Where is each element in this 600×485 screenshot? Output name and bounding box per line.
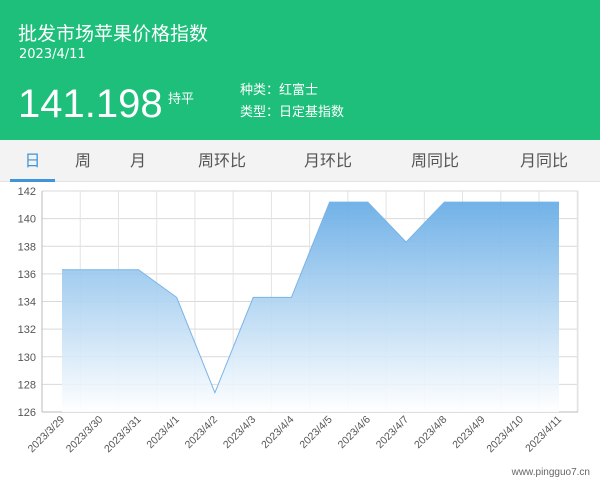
x-tick-label: 2023/4/10 xyxy=(484,414,526,456)
x-axis: 2023/3/292023/3/302023/3/31 2023/4/1 2023/… xyxy=(26,414,565,456)
y-tick-label: 140 xyxy=(18,214,36,226)
tab-month-year-over-year[interactable]: 月同比 xyxy=(514,140,574,182)
x-tick-label: 2023/4/8 xyxy=(412,414,449,451)
x-tick-label: 2023/4/2 xyxy=(183,414,220,451)
x-tick-label: 2023/3/31 xyxy=(102,414,144,456)
tab-week-year-over-year[interactable]: 周同比 xyxy=(405,140,465,182)
x-tick-label: 2023/4/3 xyxy=(221,414,258,451)
header-banner: 批发市场苹果价格指数 2023/4/11 141.198 持平 种类：红富士 类… xyxy=(0,0,600,140)
watermark: www.pingguo7.cn xyxy=(511,467,590,478)
x-tick-label: 2023/4/6 xyxy=(336,414,373,451)
x-tick-label: 2023/3/30 xyxy=(64,414,106,456)
index-value: 141.198 xyxy=(18,82,163,126)
y-tick-label: 128 xyxy=(18,379,36,391)
page-title: 批发市场苹果价格指数 xyxy=(18,23,209,45)
tab-day[interactable]: 日 xyxy=(10,140,55,182)
x-tick-label: 2023/3/29 xyxy=(26,414,68,456)
x-tick-label: 2023/4/1 xyxy=(144,414,181,451)
tab-week-over-week[interactable]: 周环比 xyxy=(192,140,252,182)
y-tick-label: 134 xyxy=(18,297,36,309)
category-label: 种类：红富士 xyxy=(240,83,319,98)
y-tick-label: 138 xyxy=(18,241,36,253)
type-label: 类型：日定基指数 xyxy=(240,105,345,120)
x-tick-label: 2023/4/4 xyxy=(259,414,296,451)
y-axis: 126 128 130 132 134 136 138 140 142 xyxy=(18,186,36,419)
x-tick-label: 2023/4/11 xyxy=(523,414,564,455)
x-tick-label: 2023/4/9 xyxy=(450,414,487,451)
y-tick-label: 132 xyxy=(18,324,36,336)
y-tick-label: 142 xyxy=(18,186,36,198)
date-label: 2023/4/11 xyxy=(19,47,86,62)
period-tabs: 日 周 月 周环比 月环比 周同比 月同比 xyxy=(0,140,600,182)
tab-month-over-month[interactable]: 月环比 xyxy=(298,140,358,182)
area-series xyxy=(62,202,559,412)
x-tick-label: 2023/4/5 xyxy=(297,414,334,451)
y-tick-label: 130 xyxy=(18,352,36,364)
x-tick-label: 2023/4/7 xyxy=(374,414,411,451)
y-tick-label: 136 xyxy=(18,269,36,281)
y-tick-label: 126 xyxy=(18,407,36,419)
tab-week[interactable]: 周 xyxy=(66,140,100,182)
price-index-chart: 126128130132134136138140142 2023/3/29202… xyxy=(18,186,579,456)
trend-label: 持平 xyxy=(168,92,195,107)
tab-month[interactable]: 月 xyxy=(121,140,155,182)
